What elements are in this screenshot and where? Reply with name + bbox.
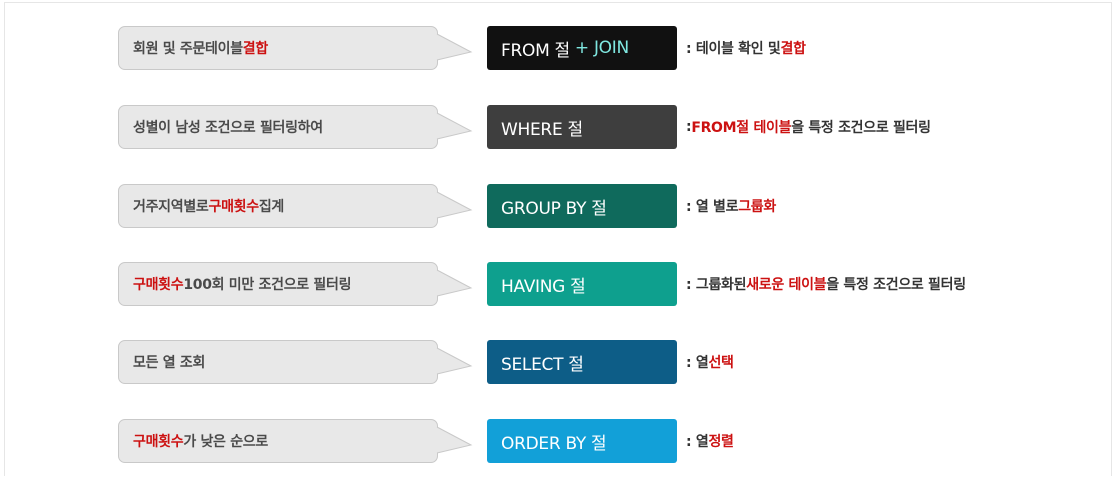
bubble-text: 가 낮은 순으로	[183, 434, 268, 450]
bubble-text: 성별이 남성 조건으로 필터링하여	[133, 120, 323, 136]
bubble-highlight: 구매횟수	[208, 199, 259, 215]
clause-order-by: ORDER BY 절	[487, 419, 677, 463]
sql-order-diagram: 회원 및 주문테이블 결합 FROM 절 + JOIN : 테이블 확인 및 결합…	[0, 0, 1117, 479]
desc-where: : FROM절 테이블 을 특정 조건으로 필터링	[686, 105, 931, 149]
row-group-by: 거주지역별로 구매횟수 집계 GROUP BY 절 : 열 별로 그룹화	[0, 184, 1117, 230]
bubble-where: 성별이 남성 조건으로 필터링하여	[118, 105, 438, 149]
bubble-text: 모든 열 조회	[133, 355, 206, 371]
desc-text: : 테이블 확인 및	[686, 41, 781, 57]
desc-select: : 열 선택	[686, 340, 734, 384]
desc-having: : 그룹화된 새로운 테이블 을 특정 조건으로 필터링	[686, 262, 966, 306]
row-order-by: 구매횟수 가 낮은 순으로 ORDER BY 절 : 열 정렬	[0, 419, 1117, 465]
desc-highlight: FROM절 테이블	[691, 120, 792, 136]
bubble-order-by: 구매횟수 가 낮은 순으로	[118, 419, 438, 463]
clause-group-by: GROUP BY 절	[487, 184, 677, 228]
clause-having: HAVING 절	[487, 262, 677, 306]
bubble-tail	[436, 112, 473, 140]
bubble-tail	[436, 191, 473, 219]
clause-where: WHERE 절	[487, 105, 677, 149]
desc-highlight: 그룹화	[738, 199, 776, 215]
bubble-having: 구매횟수 100회 미만 조건으로 필터링	[118, 262, 438, 306]
diagram-frame	[4, 2, 1112, 476]
clause-label: GROUP BY 절	[501, 198, 607, 219]
clause-select: SELECT 절	[487, 340, 677, 384]
row-where: 성별이 남성 조건으로 필터링하여 WHERE 절 : FROM절 테이블 을 특…	[0, 105, 1117, 151]
bubble-highlight: 구매횟수	[133, 434, 184, 450]
desc-text: : 열 별로	[686, 199, 739, 215]
bubble-select: 모든 열 조회	[118, 340, 438, 384]
bubble-text: 거주지역별로	[133, 199, 209, 215]
bubble-tail	[436, 347, 473, 375]
bubble-text: 회원 및 주문테이블	[133, 41, 243, 57]
row-from: 회원 및 주문테이블 결합 FROM 절 + JOIN : 테이블 확인 및 결합	[0, 26, 1117, 72]
desc-text: : 그룹화된	[686, 277, 747, 293]
desc-group-by: : 열 별로 그룹화	[686, 184, 776, 228]
desc-highlight: 새로운 테이블	[746, 277, 827, 293]
desc-text: : 열	[686, 434, 709, 450]
clause-label: FROM 절	[501, 40, 570, 61]
desc-highlight: 선택	[708, 355, 734, 371]
desc-highlight: 정렬	[708, 434, 734, 450]
bubble-group-by: 거주지역별로 구매횟수 집계	[118, 184, 438, 228]
bubble-tail	[436, 33, 473, 61]
bubble-text: 100회 미만 조건으로 필터링	[183, 277, 352, 293]
row-having: 구매횟수 100회 미만 조건으로 필터링 HAVING 절 : 그룹화된 새로…	[0, 262, 1117, 308]
row-select: 모든 열 조회 SELECT 절 : 열 선택	[0, 340, 1117, 386]
desc-order-by: : 열 정렬	[686, 419, 734, 463]
clause-label: ORDER BY 절	[501, 433, 607, 454]
desc-text: : 열	[686, 355, 709, 371]
desc-highlight: 결합	[780, 41, 806, 57]
bubble-text-tail: 집계	[258, 199, 284, 215]
desc-from: : 테이블 확인 및 결합	[686, 26, 806, 70]
clause-extra: + JOIN	[574, 38, 629, 58]
bubble-highlight: 결합	[242, 41, 268, 57]
desc-text-tail: 을 특정 조건으로 필터링	[791, 120, 931, 136]
clause-label: HAVING 절	[501, 276, 586, 297]
bubble-tail	[436, 269, 473, 297]
bubble-highlight: 구매횟수	[133, 277, 184, 293]
desc-text-tail: 을 특정 조건으로 필터링	[826, 277, 966, 293]
clause-label: WHERE 절	[501, 119, 583, 140]
bubble-from: 회원 및 주문테이블 결합	[118, 26, 438, 70]
bubble-tail	[436, 426, 473, 454]
clause-label: SELECT 절	[501, 354, 584, 375]
clause-from: FROM 절 + JOIN	[487, 26, 677, 70]
